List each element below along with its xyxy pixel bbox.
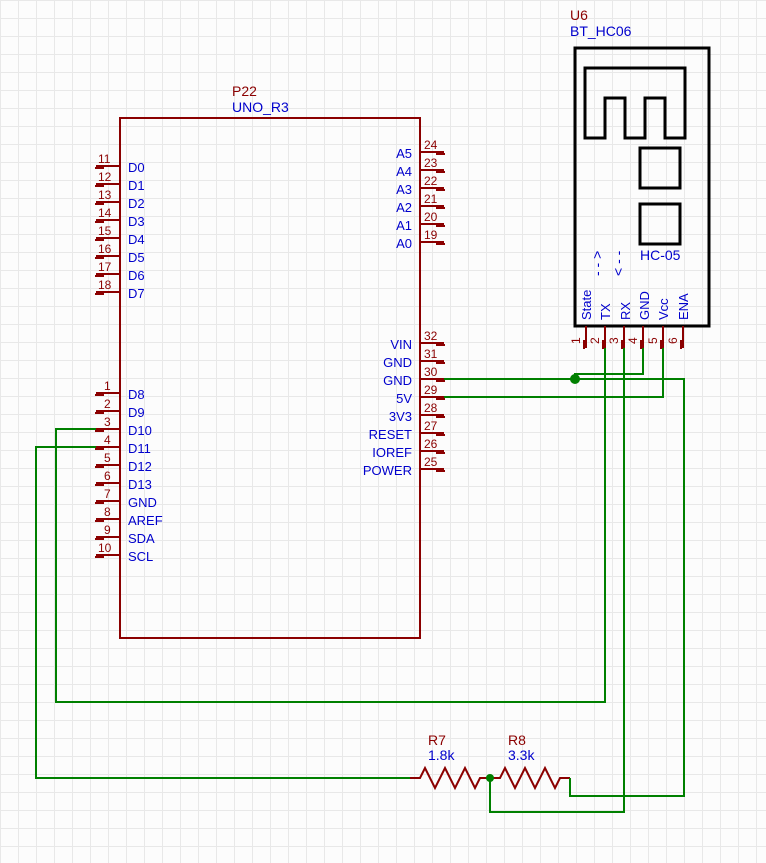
svg-text:R7: R7	[428, 732, 446, 748]
svg-text:- - >: - - >	[589, 251, 605, 276]
svg-text:28: 28	[424, 401, 438, 415]
svg-text:17: 17	[98, 260, 112, 274]
svg-text:32: 32	[424, 329, 438, 343]
svg-text:A5: A5	[396, 146, 412, 161]
svg-text:3: 3	[607, 337, 621, 344]
svg-text:GND: GND	[383, 355, 412, 370]
uno-name: UNO_R3	[232, 99, 289, 115]
svg-text:D9: D9	[128, 405, 145, 420]
svg-text:D12: D12	[128, 459, 152, 474]
schematic-canvas: P22 UNO_R3 11 D0 12 D1 13 D2	[0, 0, 766, 863]
svg-text:26: 26	[424, 437, 438, 451]
resistor-r7: R7 1.8k	[410, 732, 490, 788]
svg-text:GND: GND	[637, 291, 652, 320]
svg-text:16: 16	[98, 242, 112, 256]
svg-text:27: 27	[424, 419, 438, 433]
svg-text:2: 2	[588, 337, 602, 344]
svg-text:D2: D2	[128, 196, 145, 211]
svg-text:D7: D7	[128, 286, 145, 301]
svg-text:15: 15	[98, 224, 112, 238]
svg-text:10: 10	[98, 541, 112, 555]
svg-text:HC-05: HC-05	[640, 247, 681, 263]
svg-text:22: 22	[424, 174, 438, 188]
bt-name: BT_HC06	[570, 23, 632, 39]
svg-text:R8: R8	[508, 732, 526, 748]
svg-text:5: 5	[104, 451, 111, 465]
svg-text:9: 9	[104, 523, 111, 537]
resistor-r8: R8 3.3k	[490, 732, 570, 788]
svg-text:25: 25	[424, 455, 438, 469]
svg-text:AREF: AREF	[128, 513, 163, 528]
svg-text:2: 2	[104, 397, 111, 411]
svg-text:TX: TX	[598, 303, 613, 320]
svg-text:RX: RX	[618, 302, 633, 320]
svg-text:Vcc: Vcc	[656, 298, 671, 320]
svg-text:A1: A1	[396, 218, 412, 233]
svg-text:D8: D8	[128, 387, 145, 402]
svg-text:6: 6	[666, 337, 680, 344]
svg-text:1: 1	[104, 379, 111, 393]
svg-text:5V: 5V	[396, 391, 412, 406]
svg-text:IOREF: IOREF	[372, 445, 412, 460]
svg-text:VIN: VIN	[390, 337, 412, 352]
svg-text:3: 3	[104, 415, 111, 429]
svg-text:18: 18	[98, 278, 112, 292]
svg-text:A0: A0	[396, 236, 412, 251]
svg-text:5: 5	[646, 337, 660, 344]
svg-text:1.8k: 1.8k	[428, 747, 455, 763]
svg-text:8: 8	[104, 505, 111, 519]
svg-text:D1: D1	[128, 178, 145, 193]
svg-text:4: 4	[626, 337, 640, 344]
svg-text:19: 19	[424, 228, 438, 242]
svg-text:D6: D6	[128, 268, 145, 283]
svg-text:4: 4	[104, 433, 111, 447]
bt-module: - - > < - - HC-05 U6 BT_HC06 State TX RX…	[569, 7, 709, 349]
svg-text:7: 7	[104, 487, 111, 501]
svg-text:State: State	[579, 290, 594, 320]
svg-text:3V3: 3V3	[389, 409, 412, 424]
svg-text:D4: D4	[128, 232, 145, 247]
svg-text:GND: GND	[128, 495, 157, 510]
svg-text:ENA: ENA	[676, 293, 691, 320]
svg-text:31: 31	[424, 347, 438, 361]
svg-text:1: 1	[569, 337, 583, 344]
uno-left-bottom-pins: 1 D8 2 D9 3 D10 4 D11	[95, 379, 163, 564]
uno-right-bottom-pins: 32 VIN 31 GND 30 GND 29 5V	[363, 329, 445, 478]
svg-text:A4: A4	[396, 164, 412, 179]
svg-text:30: 30	[424, 365, 438, 379]
svg-text:D10: D10	[128, 423, 152, 438]
svg-text:A2: A2	[396, 200, 412, 215]
svg-text:D11: D11	[128, 441, 151, 456]
svg-text:21: 21	[424, 192, 438, 206]
uno-body	[120, 118, 420, 638]
svg-text:SCL: SCL	[128, 549, 153, 564]
svg-text:A3: A3	[396, 182, 412, 197]
svg-text:13: 13	[98, 188, 112, 202]
svg-text:23: 23	[424, 156, 438, 170]
bt-ref: U6	[570, 7, 588, 23]
svg-text:29: 29	[424, 383, 438, 397]
svg-text:RESET: RESET	[369, 427, 412, 442]
svg-text:< - -: < - -	[610, 250, 626, 276]
svg-text:24: 24	[424, 138, 438, 152]
svg-text:D0: D0	[128, 160, 145, 175]
svg-text:14: 14	[98, 206, 112, 220]
svg-text:D13: D13	[128, 477, 152, 492]
svg-text:11: 11	[98, 152, 111, 166]
uno-ref: P22	[232, 83, 257, 99]
svg-text:12: 12	[98, 170, 112, 184]
svg-text:20: 20	[424, 210, 438, 224]
svg-text:6: 6	[104, 469, 111, 483]
svg-text:GND: GND	[383, 373, 412, 388]
svg-text:3.3k: 3.3k	[508, 747, 535, 763]
svg-text:POWER: POWER	[363, 463, 412, 478]
svg-text:D3: D3	[128, 214, 145, 229]
svg-text:SDA: SDA	[128, 531, 155, 546]
svg-text:D5: D5	[128, 250, 145, 265]
